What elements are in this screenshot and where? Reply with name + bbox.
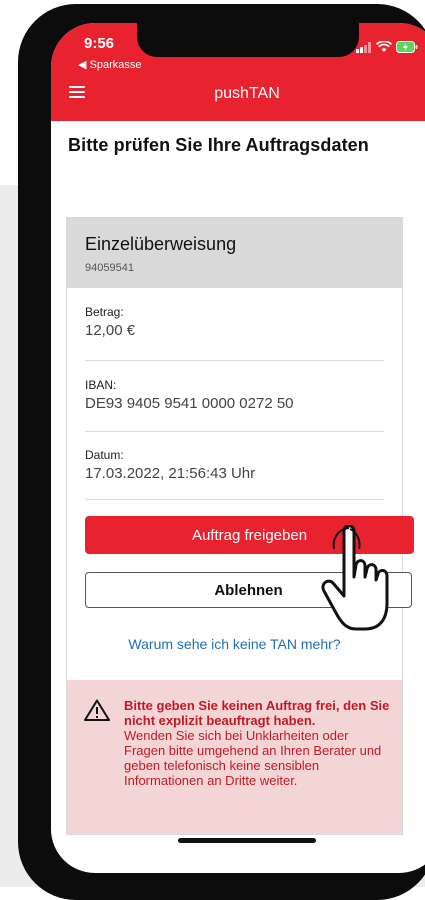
warning-text: Bitte geben Sie keinen Auftrag frei, den… (124, 698, 392, 788)
amount-field: Betrag: 12,00 € (85, 305, 384, 339)
pointing-hand-icon (321, 525, 389, 631)
iban-label: IBAN: (85, 378, 117, 392)
date-field: Datum: 17.03.2022, 21:56:43 Uhr (85, 448, 384, 482)
home-indicator (178, 838, 316, 843)
divider (85, 499, 384, 500)
wifi-icon (376, 41, 392, 52)
back-to-app-link[interactable]: ◀ Sparkasse (78, 58, 142, 71)
status-icons (356, 40, 418, 54)
warning-box: Bitte geben Sie keinen Auftrag frei, den… (67, 680, 402, 834)
warning-triangle-icon (84, 699, 110, 721)
date-value: 17.03.2022, 21:56:43 Uhr (85, 465, 256, 482)
divider (85, 360, 384, 361)
battery-icon (396, 41, 418, 53)
why-no-tan-link[interactable]: Warum sehe ich keine TAN mehr? (67, 636, 402, 652)
amount-value: 12,00 € (85, 322, 136, 339)
order-number: 94059541 (85, 262, 134, 274)
page-heading: Bitte prüfen Sie Ihre Auftragsdaten (68, 135, 369, 155)
date-label: Datum: (85, 448, 124, 462)
iban-field: IBAN: DE93 9405 9541 0000 0272 50 (85, 378, 384, 412)
signal-icon (356, 41, 371, 53)
warning-bold-text: Bitte geben Sie keinen Auftrag frei, den… (124, 698, 390, 728)
status-time: 9:56 (84, 35, 115, 52)
phone-notch (137, 23, 359, 57)
order-type: Einzelüberweisung (85, 234, 237, 254)
warning-body-text: Wenden Sie sich bei Unklarheiten oder Fr… (124, 728, 382, 788)
amount-label: Betrag: (85, 305, 124, 319)
header-title: pushTAN (214, 85, 280, 102)
iban-value: DE93 9405 9541 0000 0272 50 (85, 395, 294, 412)
divider (85, 431, 384, 432)
phone-frame: 9:56 ◀ Sparkasse pushTAN Bitte prüfen Si… (18, 4, 425, 900)
order-card-header: Einzelüberweisung 94059541 (67, 218, 402, 288)
phone-screen: 9:56 ◀ Sparkasse pushTAN Bitte prüfen Si… (51, 23, 425, 873)
app-header: 9:56 ◀ Sparkasse pushTAN (51, 23, 425, 121)
